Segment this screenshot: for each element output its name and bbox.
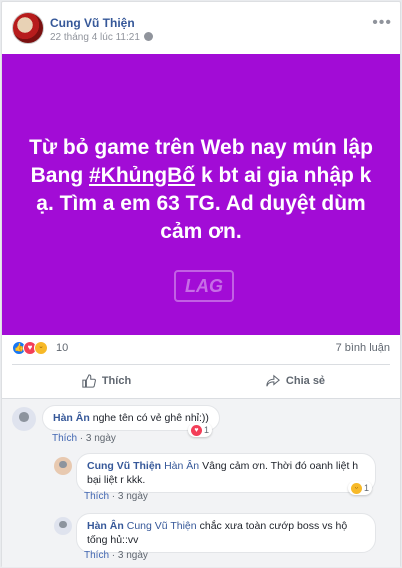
share-button[interactable]: Chia sẻ <box>201 365 390 397</box>
reactions-summary[interactable]: 👍 ♥ ᵕ <box>12 341 52 355</box>
post-stats: 👍 ♥ ᵕ 10 7 bình luận <box>12 340 390 358</box>
reply-bubble: Hàn Ân Cung Vũ Thiện chắc xưa toàn cướp bo… <box>76 513 376 553</box>
like-button-label: Thích <box>101 375 132 387</box>
post-background: Từ bỏ game trên Web nay mún lập Bang #Kh… <box>2 54 400 335</box>
comment-like-link[interactable]: Thích <box>52 433 77 444</box>
share-icon <box>266 374 280 387</box>
comment-reaction-pill[interactable]: ♥ 1 <box>188 423 213 437</box>
comment-text: nghe tên có vẻ ghê nhỉ:)) <box>92 412 209 424</box>
more-options-icon[interactable]: ••• <box>372 14 392 32</box>
post-card: Cung Vũ Thiện 22 tháng 4 lúc 11:21 ••• T… <box>1 1 401 567</box>
comments-count[interactable]: 7 bình luận <box>336 342 390 354</box>
reply-avatar[interactable] <box>54 517 72 535</box>
comment-time[interactable]: 3 ngày <box>86 433 116 444</box>
share-button-label: Chia sẻ <box>285 375 326 387</box>
reply-like-link[interactable]: Thích <box>84 550 109 561</box>
post-text: Từ bỏ game trên Web nay mún lập Bang #Kh… <box>21 134 381 246</box>
reply-author-name[interactable]: Hàn Ân <box>87 520 124 532</box>
reply-mention[interactable]: Hàn Ân <box>164 460 199 472</box>
commenter-avatar[interactable] <box>12 407 36 431</box>
reply-time[interactable]: 3 ngày <box>118 550 148 561</box>
reply-meta: Thích · 3 ngày <box>84 491 148 502</box>
commenter-name[interactable]: Hàn Ân <box>53 412 90 424</box>
comments-section: Hàn Ân nghe tên có vẻ ghê nhỉ:)) ♥ 1 Thích… <box>2 398 400 567</box>
comment-meta: Thích · 3 ngày <box>52 433 116 444</box>
globe-icon <box>143 32 153 41</box>
author-name[interactable]: Cung Vũ Thiện <box>50 16 135 30</box>
post-meta: 22 tháng 4 lúc 11:21 <box>50 32 153 43</box>
thumbs-up-icon <box>82 374 96 388</box>
reply-meta: Thích · 3 ngày <box>84 550 148 561</box>
haha-icon: ᵕ <box>34 341 48 355</box>
reply-bubble: Cung Vũ Thiện Hàn Ân Vâng cảm ơn. Thời đó … <box>76 453 376 493</box>
watermark-logo: LAG <box>174 270 234 302</box>
author-avatar[interactable] <box>12 12 44 44</box>
reply-like-link[interactable]: Thích <box>84 491 109 502</box>
reply-reaction-count: 1 <box>364 483 370 493</box>
post-actions: Thích Chia sẻ <box>12 365 390 397</box>
reactions-count[interactable]: 10 <box>56 342 68 354</box>
like-button[interactable]: Thích <box>12 365 201 397</box>
post-hashtag[interactable]: #KhủngBố <box>89 164 195 187</box>
post-header: Cung Vũ Thiện 22 tháng 4 lúc 11:21 ••• <box>12 12 392 46</box>
reply-author-name[interactable]: Cung Vũ Thiện <box>87 460 161 472</box>
love-icon: ♥ <box>191 424 202 436</box>
reply-avatar[interactable] <box>54 457 72 475</box>
post-timestamp[interactable]: 22 tháng 4 lúc 11:21 <box>50 32 140 43</box>
haha-icon: ᵕ <box>351 482 362 494</box>
reply-mention[interactable]: Cung Vũ Thiện <box>127 520 197 532</box>
reply-time[interactable]: 3 ngày <box>118 491 148 502</box>
comment-reaction-count: 1 <box>204 425 210 435</box>
reply-reaction-pill[interactable]: ᵕ1 <box>348 481 373 495</box>
